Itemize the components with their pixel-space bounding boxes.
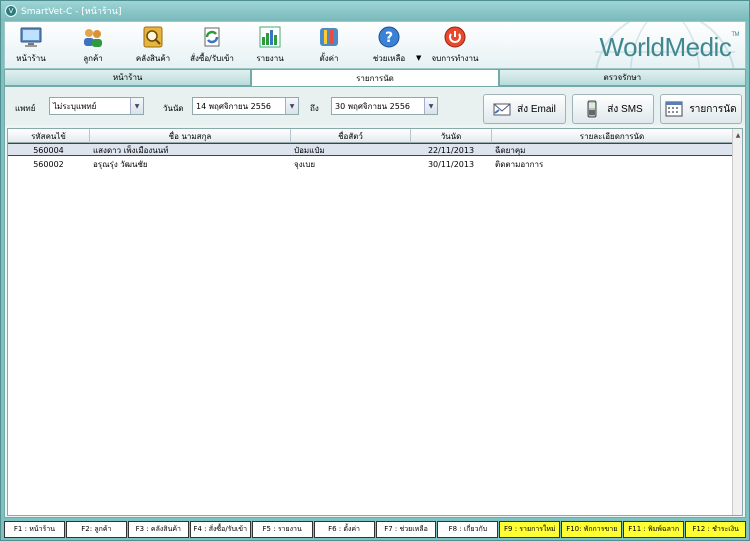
doctor-select[interactable]: ไม่ระบุแพทย์ ▼ [49, 97, 144, 115]
toolbar-help-button[interactable]: ? ช่วยเหลือ [369, 24, 409, 68]
appointments-table: รหัสคนไข้ ชื่อ นามสกุล ชื่อสัตว์ วันนัด … [7, 128, 743, 516]
monitor-icon [20, 27, 42, 47]
cell-name: แสงดาว เพ็งเมืองนนท์ [93, 146, 169, 155]
appointment-list-button[interactable]: รายการนัด [660, 94, 742, 124]
help-icon: ? [378, 26, 400, 48]
toolbar-label: ช่วยเหลือ [372, 54, 406, 63]
title-bar: V SmartVet-C - [หน้าร้าน] [1, 1, 749, 21]
inventory-icon [143, 26, 163, 48]
toolbar-order-receive-button[interactable]: สั่งซื้อ/รับเข้า [187, 24, 237, 68]
settings-tools-icon [320, 28, 338, 46]
fkey-f7-button[interactable]: F7 : ช่วยเหลือ [375, 521, 437, 538]
cell-date: 22/11/2013 [427, 146, 475, 155]
power-icon [444, 26, 466, 48]
fkey-f3-button[interactable]: F3 : คลังสินค้า [127, 521, 189, 538]
table-row[interactable]: 560004 แสงดาว เพ็งเมืองนนท์ ป๋อมแป๋ม 22/… [8, 143, 733, 156]
cell-details: ฉีดยาคุม [495, 146, 526, 155]
fkey-f4-button[interactable]: F4 : สั่งซื้อ/รับเข้า [189, 521, 251, 538]
chart-icon [259, 26, 281, 48]
appointments-panel: แพทย์ ไม่ระบุแพทย์ ▼ วันนัด 14 พฤศจิกายน… [4, 86, 746, 518]
filter-bar: แพทย์ ไม่ระบุแพทย์ ▼ วันนัด 14 พฤศจิกายน… [5, 87, 745, 125]
svg-text:?: ? [385, 30, 393, 46]
fkey-f10-button[interactable]: F10: พักการขาย [561, 521, 623, 538]
email-icon [493, 103, 511, 116]
send-sms-label: ส่ง SMS [607, 103, 643, 115]
toolbar-settings-button[interactable]: ตั้งค่า [311, 24, 347, 68]
tab-examination[interactable]: ตรวจรักษา [498, 69, 746, 86]
toolbar-label: หน้าร้าน [16, 54, 46, 63]
chevron-down-icon[interactable]: ▼ [130, 98, 143, 114]
window-title: SmartVet-C - [หน้าร้าน] [21, 7, 122, 17]
send-email-label: ส่ง Email [517, 103, 556, 115]
fkey-f12-button[interactable]: F12 : ชำระเงิน [685, 521, 747, 538]
function-key-bar: F1 : หน้าร้าน F2: ลูกค้า F3 : คลังสินค้า… [4, 521, 747, 538]
tab-strip: หน้าร้าน รายการนัด ตรวจรักษา [4, 69, 746, 86]
chevron-down-icon[interactable]: ▼ [285, 98, 298, 114]
toolbar-label: จบการทำงาน [431, 54, 479, 63]
date-to-picker[interactable]: 30 พฤศจิกายน 2556 ▼ [331, 97, 438, 115]
cell-pet-name: จุงเบย [294, 160, 316, 169]
date-to-value: 30 พฤศจิกายน 2556 [335, 101, 410, 111]
fkey-f6-button[interactable]: F6 : ตั้งค่า [313, 521, 375, 538]
cell-name: อรุณรุ่ง วัฒนชัย [93, 160, 148, 169]
cell-date: 30/11/2013 [427, 160, 475, 169]
fkey-f9-button[interactable]: F9 : รายการใหม่ [499, 521, 561, 538]
fkey-f5-button[interactable]: F5 : รายงาน [251, 521, 313, 538]
table-header: รหัสคนไข้ ชื่อ นามสกุล ชื่อสัตว์ วันนัด … [8, 129, 733, 143]
toolbar-label: ตั้งค่า [319, 54, 339, 63]
fkey-f2-button[interactable]: F2: ลูกค้า [65, 521, 127, 538]
date-from-value: 14 พฤศจิกายน 2556 [196, 101, 271, 111]
scroll-up-icon[interactable]: ▲ [733, 129, 743, 141]
fkey-f1-button[interactable]: F1 : หน้าร้าน [4, 521, 65, 538]
toolbar-label: รายงาน [256, 54, 284, 63]
cell-details: ติดตามอาการ [495, 160, 544, 169]
toolbar-reports-button[interactable]: รายงาน [252, 24, 288, 68]
help-dropdown-arrow-icon[interactable]: ▼ [416, 54, 421, 62]
tab-appointments[interactable]: รายการนัด [251, 69, 499, 86]
app-window: V SmartVet-C - [หน้าร้าน] หน้าร้าน ลูกค้… [0, 0, 750, 541]
send-sms-button[interactable]: ส่ง SMS [572, 94, 654, 124]
toolbar-label: ลูกค้า [83, 54, 103, 63]
main-toolbar: หน้าร้าน ลูกค้า คลังสินค้า สั่งซื้อ/รับเ… [4, 21, 746, 69]
column-header-date[interactable]: วันนัด [411, 129, 492, 143]
vertical-scrollbar[interactable]: ▲ [732, 129, 742, 515]
fkey-f8-button[interactable]: F8 : เกี่ยวกับ [437, 521, 499, 538]
chevron-down-icon[interactable]: ▼ [424, 98, 437, 114]
column-header-patient-id[interactable]: รหัสคนไข้ [8, 129, 90, 143]
calendar-icon [665, 101, 683, 117]
column-header-details[interactable]: รายละเอียดการนัด [492, 129, 733, 143]
appointment-list-label: รายการนัด [689, 103, 737, 115]
doctor-select-value: ไม่ระบุแพทย์ [53, 101, 97, 111]
toolbar-label: สั่งซื้อ/รับเข้า [190, 54, 234, 63]
date-from-picker[interactable]: 14 พฤศจิกายน 2556 ▼ [192, 97, 299, 115]
column-header-pet-name[interactable]: ชื่อสัตว์ [291, 129, 411, 143]
to-label: ถึง [310, 104, 319, 113]
cell-patient-id: 560002 [33, 160, 64, 169]
app-logo-icon: V [5, 5, 17, 17]
order-refresh-icon [204, 27, 220, 47]
toolbar-inventory-button[interactable]: คลังสินค้า [131, 24, 175, 68]
column-header-name[interactable]: ชื่อ นามสกุล [90, 129, 291, 143]
mobile-phone-icon [587, 100, 597, 118]
brand-logo: WorldMedicTM [599, 32, 740, 62]
toolbar-customers-button[interactable]: ลูกค้า [75, 24, 111, 68]
toolbar-storefront-button[interactable]: หน้าร้าน [13, 24, 49, 68]
users-icon [84, 29, 102, 47]
cell-pet-name: ป๋อมแป๋ม [294, 146, 325, 155]
toolbar-exit-button[interactable]: จบการทำงาน [427, 24, 483, 68]
toolbar-label: คลังสินค้า [135, 54, 171, 63]
table-row[interactable]: 560002 อรุณรุ่ง วัฒนชัย จุงเบย 30/11/201… [8, 158, 733, 171]
tab-storefront[interactable]: หน้าร้าน [4, 69, 252, 86]
fkey-f11-button[interactable]: F11 : พิมพ์ฉลาก [623, 521, 685, 538]
doctor-label: แพทย์ [15, 104, 36, 113]
send-email-button[interactable]: ส่ง Email [483, 94, 566, 124]
date-label: วันนัด [163, 104, 184, 113]
cell-patient-id: 560004 [33, 146, 64, 155]
